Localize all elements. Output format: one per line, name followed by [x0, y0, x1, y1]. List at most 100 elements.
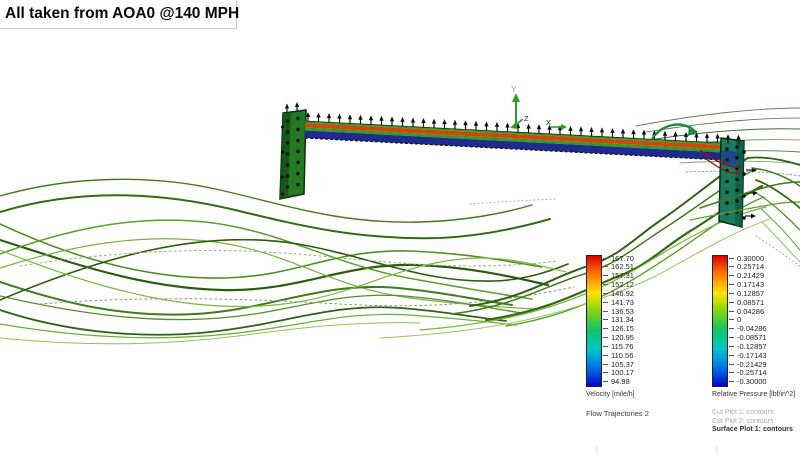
flow-arrow [621, 129, 625, 139]
tick-value: 0.25714 [737, 262, 764, 271]
flow-arrow [442, 119, 446, 129]
legend-tick: 131.34 [603, 316, 634, 324]
tick-mark [729, 275, 734, 276]
legend-tick: -0.21429 [729, 360, 767, 368]
rivet-dot [735, 178, 738, 181]
tick-value: 110.56 [611, 351, 633, 360]
flow-arrow [295, 102, 299, 112]
flow-arrow [705, 133, 709, 143]
flow-arrow [337, 114, 341, 124]
flow-arrow [631, 129, 635, 139]
rivet-dot [725, 191, 728, 194]
tick-value: 0 [737, 315, 741, 324]
rivet-dot [725, 180, 728, 183]
flow-arrow [589, 127, 593, 137]
flow-arrow [495, 122, 499, 132]
flow-arrow [484, 121, 488, 131]
tick-mark [729, 346, 734, 347]
legend-tick: 0.12857 [729, 289, 767, 297]
rivet-dot [296, 161, 299, 164]
rivet-dot [296, 172, 299, 175]
flow-arrow [316, 113, 320, 123]
tick-mark [603, 381, 608, 382]
flow-trajectories-label: Flow Trajectories 2 [586, 409, 649, 418]
flow-arrow [537, 124, 541, 134]
tick-mark [603, 319, 608, 320]
rivet-dot [735, 189, 738, 192]
legend-tick: 162.51 [603, 263, 634, 271]
tick-value: -0.12857 [737, 342, 767, 351]
rivet-dot [296, 117, 299, 120]
legend-tick: 115.76 [603, 342, 634, 350]
legend-tick: 0.30000 [729, 254, 767, 262]
legend-tick: -0.12857 [729, 342, 767, 350]
plot-label: Cut Plot 2: contours [712, 418, 795, 427]
legend-tick: -0.17143 [729, 351, 767, 359]
tick-mark [603, 337, 608, 338]
legend-tick: 100.17 [603, 369, 634, 377]
pressure-colorbar[interactable] [712, 255, 728, 387]
legend-tick: 0 [729, 316, 767, 324]
tick-mark [603, 258, 608, 259]
tick-mark [729, 364, 734, 365]
tick-mark [729, 284, 734, 285]
tick-mark [603, 275, 608, 276]
flow-arrow [526, 124, 530, 134]
flow-visualization-scene[interactable]: Y Z X [0, 0, 800, 454]
streamline [636, 108, 800, 126]
legend-tick: 157.31 [603, 272, 634, 280]
tick-value: 146.92 [611, 289, 634, 298]
x-axis-arrowhead [561, 124, 567, 130]
rivet-dot [286, 174, 289, 177]
streamline [0, 314, 516, 337]
flow-arrow [505, 123, 509, 133]
flow-arrow [663, 131, 667, 141]
flow-arrow [579, 126, 583, 136]
flow-arrow [568, 126, 572, 136]
legend-tick: 167.70 [603, 254, 634, 262]
streamline [470, 199, 556, 204]
legend-tick: 0.04286 [729, 307, 767, 315]
rivet-dot [735, 156, 738, 159]
flow-arrow [474, 121, 478, 131]
tick-mark [603, 372, 608, 373]
legend-tick: -0.08571 [729, 334, 767, 342]
rivet-dot [742, 150, 746, 154]
cfd-viewport: Y Z X All taken from AOA0 @140 MPH 167.7… [0, 0, 800, 454]
tick-mark [729, 258, 734, 259]
tick-value: 131.34 [611, 315, 634, 324]
annotation-title-text: All taken from AOA0 @140 MPH [5, 5, 239, 23]
tick-mark [729, 302, 734, 303]
tick-mark [603, 311, 608, 312]
pressure-legend-title: Relative Pressure [lbf/in^2] [712, 391, 795, 398]
z-axis-label: Z [524, 114, 529, 123]
legend-tick: 0.08571 [729, 298, 767, 306]
streamline [0, 240, 548, 290]
tick-value: 0.21429 [737, 271, 764, 280]
annotation-title-box: All taken from AOA0 @140 MPH [0, 0, 237, 29]
tick-mark [729, 319, 734, 320]
flow-arrow [358, 115, 362, 125]
flow-arrow [421, 118, 425, 128]
flow-arrow [411, 118, 415, 128]
plot-label: Cut Plot 1: contours [712, 409, 795, 418]
tick-value: 126.15 [611, 324, 634, 333]
legend-tick: 126.15 [603, 325, 634, 333]
legend-tick: -0.30000 [729, 378, 767, 386]
rivet-dot [735, 145, 738, 148]
tick-value: -0.17143 [737, 351, 767, 360]
flow-arrow [369, 115, 373, 125]
tick-value: 0.30000 [737, 254, 764, 263]
tick-value: 167.70 [611, 254, 634, 263]
tick-mark [729, 381, 734, 382]
rivet-dot [286, 119, 289, 122]
tick-mark [603, 293, 608, 294]
tick-value: -0.21429 [737, 360, 767, 369]
tick-value: 136.53 [611, 307, 634, 316]
x-axis-label: X [546, 118, 551, 127]
rivet-dot [281, 126, 284, 129]
velocity-colorbar[interactable] [586, 255, 602, 387]
streamline [0, 295, 522, 319]
legend-tick: -0.04286 [729, 325, 767, 333]
rivet-dot [281, 193, 284, 196]
